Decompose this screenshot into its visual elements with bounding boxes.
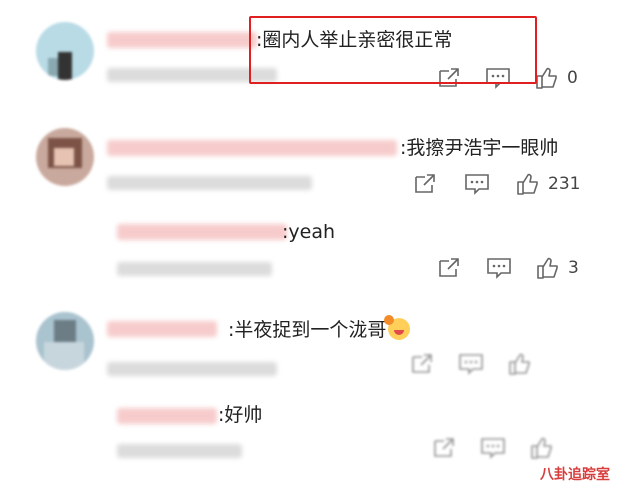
thumbs-up-icon xyxy=(509,353,530,375)
like-button[interactable]: 3 xyxy=(536,256,579,280)
avatar[interactable] xyxy=(36,22,94,80)
username[interactable] xyxy=(117,408,217,424)
reply-button[interactable] xyxy=(486,257,512,279)
comment-icon xyxy=(459,354,483,375)
share-icon xyxy=(434,438,454,457)
reply-meta xyxy=(117,262,272,276)
reply-button[interactable] xyxy=(458,353,484,375)
comment-actions xyxy=(410,352,540,376)
username[interactable] xyxy=(107,140,397,156)
comment-icon xyxy=(481,438,505,459)
like-count: 3 xyxy=(568,258,579,278)
avatar[interactable] xyxy=(36,312,94,370)
avatar[interactable] xyxy=(36,128,94,186)
watermark: 八卦追踪室 xyxy=(540,467,610,483)
emoji-icon xyxy=(384,315,411,340)
reply-meta xyxy=(117,444,242,458)
thumbs-up-icon xyxy=(517,173,538,195)
username[interactable] xyxy=(107,321,217,337)
like-button[interactable]: 0 xyxy=(535,66,578,90)
username[interactable] xyxy=(117,224,287,240)
share-icon xyxy=(412,354,432,373)
reply-text: :好帅 xyxy=(218,404,263,426)
thumbs-up-icon xyxy=(531,437,552,459)
reply-button[interactable] xyxy=(480,437,506,459)
comment-text: :我擦尹浩宇一眼帅 xyxy=(400,137,559,159)
share-button[interactable] xyxy=(410,353,434,375)
comment-icon xyxy=(465,174,489,195)
like-button[interactable] xyxy=(508,352,540,376)
like-button[interactable] xyxy=(530,436,562,460)
comment-meta xyxy=(107,362,277,376)
reply-actions xyxy=(432,436,562,460)
comment-icon xyxy=(487,258,511,279)
thumbs-up-icon xyxy=(537,257,558,279)
comment-meta xyxy=(107,176,312,190)
reply-text: :yeah xyxy=(282,221,336,243)
thumbs-up-icon xyxy=(536,67,557,89)
username[interactable] xyxy=(107,32,257,48)
comment-actions: 231 xyxy=(413,172,580,196)
share-icon xyxy=(415,174,435,193)
share-button[interactable] xyxy=(413,173,437,195)
share-icon xyxy=(439,258,459,277)
share-button[interactable] xyxy=(432,437,456,459)
comment-text-content: :半夜捉到一个泷哥 xyxy=(228,319,387,341)
like-count: 231 xyxy=(548,174,581,194)
reply-button[interactable] xyxy=(464,173,490,195)
like-button[interactable]: 231 xyxy=(516,172,580,196)
like-count: 0 xyxy=(567,68,578,88)
share-button[interactable] xyxy=(437,257,461,279)
reply-actions: 3 xyxy=(437,256,579,280)
comment-text: :半夜捉到一个泷哥 xyxy=(228,315,411,342)
highlight-box xyxy=(249,16,537,84)
